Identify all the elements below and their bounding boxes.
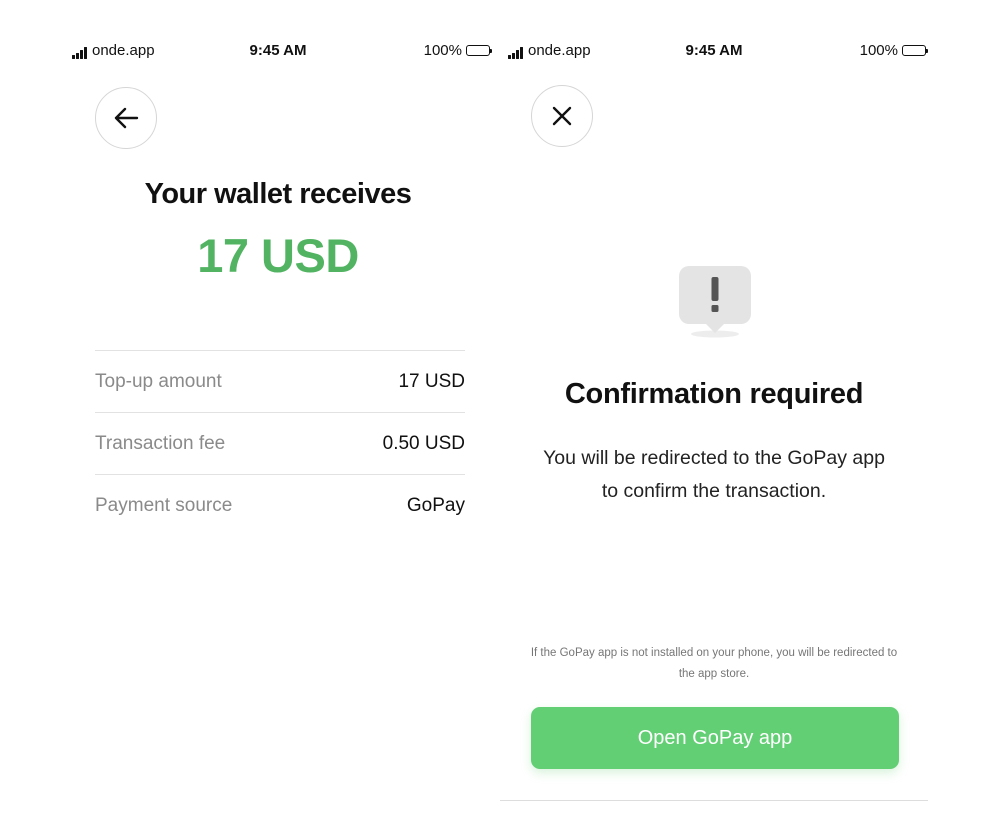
arrow-left-icon xyxy=(114,107,139,129)
detail-row-topup: Top-up amount 17 USD xyxy=(95,351,465,413)
open-gopay-button[interactable]: Open GoPay app xyxy=(531,707,899,769)
app-store-note: If the GoPay app is not installed on you… xyxy=(530,647,898,680)
battery-icon xyxy=(902,45,928,56)
detail-row-fee: Transaction fee 0.50 USD xyxy=(95,413,465,475)
status-battery: 100% xyxy=(423,42,492,59)
detail-label: Transaction fee xyxy=(95,432,226,454)
detail-value: 17 USD xyxy=(398,370,465,392)
exclamation-bubble-icon xyxy=(678,265,752,339)
confirmation-message: You will be redirected to the GoPay app … xyxy=(543,447,885,502)
receive-amount: 17 USD xyxy=(197,229,359,282)
detail-value: GoPay xyxy=(406,495,465,516)
close-button[interactable] xyxy=(531,85,593,147)
wallet-receives-screen: onde.app 9:45 AM 100% Your wallet receiv… xyxy=(62,0,494,820)
status-bar: onde.app 9:45 AM 100% xyxy=(498,40,930,62)
confirmation-screen: onde.app 9:45 AM 100% Confirmation requi… xyxy=(498,0,930,820)
divider xyxy=(500,800,928,801)
status-battery: 100% xyxy=(859,42,928,59)
status-bar: onde.app 9:45 AM 100% xyxy=(62,40,494,62)
detail-label: Top-up amount xyxy=(95,370,222,392)
transaction-details: Top-up amount 17 USD Transaction fee 0.5… xyxy=(95,350,465,537)
detail-row-source: Payment source GoPay xyxy=(95,475,465,537)
confirmation-title: Confirmation required xyxy=(564,378,864,410)
detail-label: Payment source xyxy=(95,495,233,516)
detail-value: 0.50 USD xyxy=(382,432,465,454)
battery-percent: 100% xyxy=(423,42,462,59)
back-button[interactable] xyxy=(95,87,157,149)
close-icon xyxy=(552,106,572,126)
battery-icon xyxy=(466,45,492,56)
page-title: Your wallet receives xyxy=(144,178,412,210)
battery-percent: 100% xyxy=(859,42,898,59)
